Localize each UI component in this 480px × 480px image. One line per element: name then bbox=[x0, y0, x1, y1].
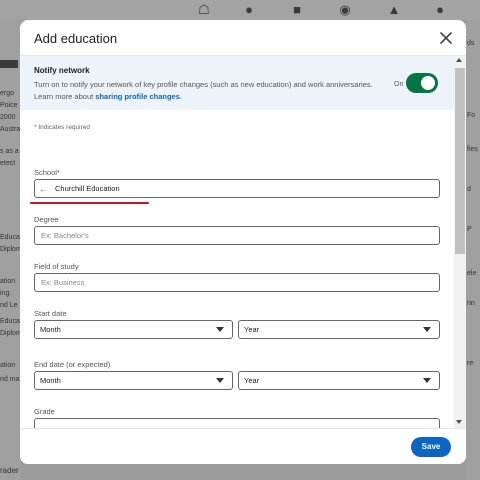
scrollbar-thumb[interactable] bbox=[455, 68, 465, 254]
background-text: d bbox=[467, 186, 471, 193]
bell-icon: ▲ bbox=[387, 2, 401, 17]
background-text: rader bbox=[0, 466, 19, 475]
background-top-nav: ☖ ● ■ ◉ ▲ ● bbox=[0, 0, 480, 20]
toggle-state-label: On bbox=[394, 81, 404, 88]
chevron-down-icon bbox=[423, 327, 431, 332]
background-text: ergo bbox=[0, 90, 15, 97]
sharing-profile-changes-link[interactable]: sharing profile changes bbox=[95, 92, 180, 101]
background-text: P bbox=[467, 226, 472, 233]
start-year-value: Year bbox=[244, 325, 260, 334]
end-year-value: Year bbox=[244, 376, 260, 385]
back-arrow-icon: ← bbox=[39, 185, 47, 194]
background-text: s as a bbox=[0, 148, 19, 155]
chevron-down-icon bbox=[216, 378, 224, 383]
start-date-label: Start date bbox=[34, 309, 67, 318]
school-label: School* bbox=[34, 168, 60, 177]
grade-label: Grade bbox=[34, 407, 55, 416]
profile-icon: ● bbox=[436, 2, 444, 17]
background-text: Fo bbox=[467, 112, 476, 119]
dialog-title: Add education bbox=[34, 31, 118, 46]
field-of-study-label: Field of study bbox=[34, 262, 79, 271]
dialog-body[interactable]: Notify network Turn on to notify your ne… bbox=[20, 56, 466, 428]
save-button[interactable]: Save bbox=[411, 437, 451, 457]
required-note: * Indicates required bbox=[34, 124, 91, 131]
notify-network-toggle[interactable] bbox=[406, 73, 438, 93]
end-year-select[interactable]: Year bbox=[238, 371, 440, 390]
notify-network-description: Turn on to notify your network of key pr… bbox=[34, 79, 374, 103]
background-text: ds bbox=[467, 40, 475, 47]
scroll-down-arrow-icon[interactable] bbox=[456, 420, 462, 424]
notify-network-title: Notify network bbox=[34, 66, 90, 75]
grade-input[interactable] bbox=[34, 418, 440, 428]
network-icon: ● bbox=[245, 2, 253, 17]
dialog-header: Add education bbox=[20, 20, 466, 56]
home-icon: ☖ bbox=[198, 2, 210, 17]
toggle-knob bbox=[421, 76, 435, 90]
field-of-study-input[interactable]: Ex: Business bbox=[34, 273, 440, 292]
background-text: Diplom bbox=[0, 330, 22, 337]
start-month-select[interactable]: Month bbox=[34, 320, 233, 339]
end-month-value: Month bbox=[40, 376, 61, 385]
degree-label: Degree bbox=[34, 215, 59, 224]
scroll-up-arrow-icon[interactable] bbox=[456, 58, 462, 62]
background-text: ation bbox=[0, 278, 16, 285]
close-icon[interactable] bbox=[438, 30, 454, 46]
end-date-label: End date (or expected) bbox=[34, 360, 111, 369]
notify-network-section: Notify network Turn on to notify your ne… bbox=[20, 56, 454, 110]
background-bar bbox=[0, 60, 18, 68]
school-input[interactable]: Churchill Education bbox=[34, 179, 440, 198]
dialog-footer: Save bbox=[20, 428, 466, 464]
notify-description-end: . bbox=[179, 92, 182, 101]
notify-description-text: Turn on to notify your network of key pr… bbox=[34, 80, 373, 101]
background-text: re bbox=[467, 360, 474, 367]
background-text: rin bbox=[467, 300, 475, 307]
messaging-icon: ◉ bbox=[339, 2, 351, 17]
background-text: fies bbox=[467, 146, 478, 153]
background-text: ele bbox=[467, 270, 477, 277]
add-education-dialog: Add education Notify network Turn on to … bbox=[20, 20, 466, 464]
background-text: nd Le bbox=[0, 302, 18, 309]
background-text: ing. bbox=[0, 290, 12, 297]
background-text: Educa bbox=[0, 318, 20, 325]
degree-input[interactable]: Ex: Bachelor's bbox=[34, 226, 440, 245]
background-text: ation bbox=[0, 362, 16, 369]
annotation-underline bbox=[30, 202, 149, 204]
background-text: Educa bbox=[0, 234, 20, 241]
background-text: Diplom bbox=[0, 246, 22, 253]
briefcase-icon: ■ bbox=[293, 2, 301, 17]
start-year-select[interactable]: Year bbox=[238, 320, 440, 339]
background-text: nd ma bbox=[0, 376, 20, 383]
chevron-down-icon bbox=[423, 378, 431, 383]
end-month-select[interactable]: Month bbox=[34, 371, 233, 390]
background-text: Poice bbox=[0, 102, 18, 109]
background-text: 2000 bbox=[0, 114, 16, 121]
background-text: etect bbox=[0, 160, 16, 167]
start-month-value: Month bbox=[40, 325, 61, 334]
chevron-down-icon bbox=[216, 327, 224, 332]
background-right-column bbox=[466, 20, 480, 480]
